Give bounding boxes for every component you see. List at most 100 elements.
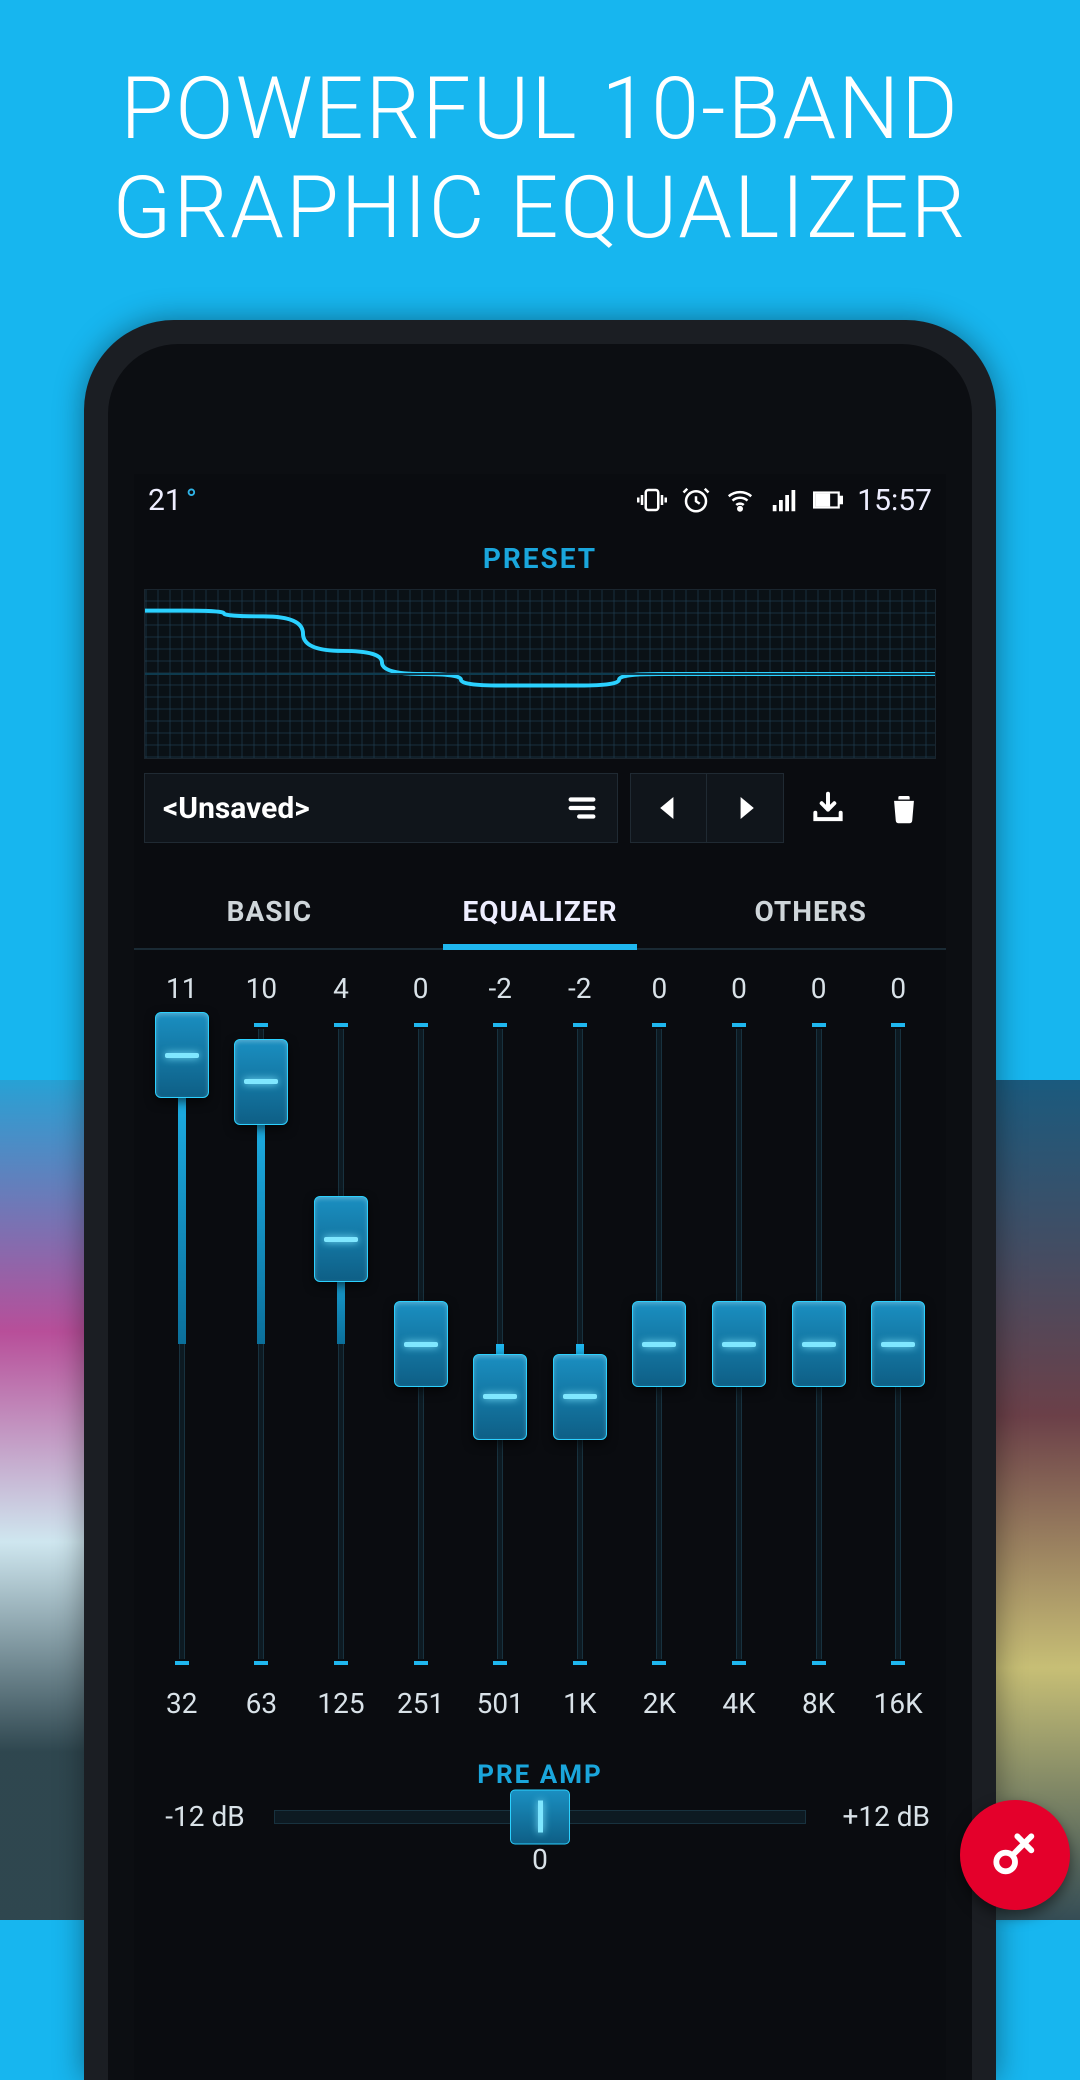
eq-band-value: 11: [142, 972, 222, 1005]
slider-tick-bot: [891, 1661, 905, 1665]
slider-tick-bot: [732, 1661, 746, 1665]
slider-tick-bot: [414, 1661, 428, 1665]
fab-button[interactable]: [960, 1800, 1070, 1910]
slider-tick-bot: [334, 1661, 348, 1665]
slider-thumb[interactable]: [473, 1354, 527, 1440]
eq-freq-row: 32631252515011K2K4K8K16K: [142, 1687, 938, 1720]
promo-line2: GRAPHIC EQUALIZER: [40, 159, 1040, 258]
preamp-section: PRE AMP -12 dB +12 dB 0: [134, 1760, 946, 1876]
slider-thumb[interactable]: [553, 1354, 607, 1440]
eq-band-value: 10: [222, 972, 302, 1005]
preamp-min-label: -12 dB: [150, 1800, 260, 1833]
battery-icon: [813, 485, 843, 515]
promo-line1: POWERFUL 10-BAND: [40, 60, 1040, 159]
vibrate-icon: [637, 485, 667, 515]
preset-next-button[interactable]: [707, 774, 783, 842]
eq-band-slider[interactable]: [142, 1019, 222, 1669]
slider-thumb[interactable]: [792, 1301, 846, 1387]
background-art-right: [996, 1080, 1080, 1920]
preset-nav-group: [630, 773, 784, 843]
eq-band-slider[interactable]: [858, 1019, 938, 1669]
tab-bar: BASIC EQUALIZER OTHERS: [134, 871, 946, 950]
slider-tick-top: [573, 1023, 587, 1027]
preamp-thumb[interactable]: [510, 1789, 570, 1844]
preamp-value: 0: [134, 1843, 946, 1876]
eq-band-slider[interactable]: [779, 1019, 859, 1669]
eq-band-freq: 501: [460, 1687, 540, 1720]
tab-equalizer[interactable]: EQUALIZER: [405, 871, 676, 948]
eq-band-slider[interactable]: [301, 1019, 381, 1669]
eq-band-freq: 2K: [620, 1687, 700, 1720]
eq-band-value: 0: [381, 972, 461, 1005]
eq-band-freq: 125: [301, 1687, 381, 1720]
status-bar: 21° 15:57: [134, 474, 946, 526]
slider-tick-top: [334, 1023, 348, 1027]
slider-tick-bot: [175, 1661, 189, 1665]
slider-thumb[interactable]: [314, 1196, 368, 1282]
slider-tick-bot: [493, 1661, 507, 1665]
slider-tick-top: [732, 1023, 746, 1027]
slider-tick-top: [254, 1023, 268, 1027]
eq-value-row: 111040-2-20000: [142, 972, 938, 1005]
slider-thumb[interactable]: [394, 1301, 448, 1387]
signal-icon: [769, 485, 799, 515]
eq-band-value: 0: [699, 972, 779, 1005]
slider-tick-top: [414, 1023, 428, 1027]
slider-tick-top: [652, 1023, 666, 1027]
wifi-icon: [725, 485, 755, 515]
alarm-icon: [681, 485, 711, 515]
slider-track: [338, 1029, 344, 1659]
slider-tick-bot: [254, 1661, 268, 1665]
slider-tick-top: [812, 1023, 826, 1027]
slider-thumb[interactable]: [234, 1039, 288, 1125]
eq-band-slider[interactable]: [699, 1019, 779, 1669]
preamp-label: PRE AMP: [134, 1760, 946, 1790]
screen: 21° 15:57 PRESET: [134, 474, 946, 2080]
key-icon: [987, 1827, 1043, 1883]
eq-band-slider[interactable]: [460, 1019, 540, 1669]
background-art-left: [0, 1080, 84, 1920]
eq-band-value: 4: [301, 972, 381, 1005]
eq-band-freq: 63: [222, 1687, 302, 1720]
eq-band-freq: 1K: [540, 1687, 620, 1720]
eq-curve-display: [144, 589, 936, 759]
slider-tick-bot: [812, 1661, 826, 1665]
preamp-slider[interactable]: [274, 1810, 806, 1824]
slider-thumb[interactable]: [871, 1301, 925, 1387]
status-temp: 21°: [148, 483, 197, 518]
slider-tick-bot: [573, 1661, 587, 1665]
eq-band-slider[interactable]: [620, 1019, 700, 1669]
eq-band-slider[interactable]: [222, 1019, 302, 1669]
slider-tick-top: [493, 1023, 507, 1027]
eq-band-slider[interactable]: [381, 1019, 461, 1669]
status-time: 15:57: [857, 483, 932, 518]
eq-band-freq: 16K: [858, 1687, 938, 1720]
eq-band-freq: 8K: [779, 1687, 859, 1720]
slider-thumb[interactable]: [632, 1301, 686, 1387]
phone-frame: 21° 15:57 PRESET: [84, 320, 996, 2080]
eq-band-slider[interactable]: [540, 1019, 620, 1669]
preset-save-button[interactable]: [796, 773, 860, 843]
slider-fill: [178, 1055, 186, 1344]
phone-bezel: 21° 15:57 PRESET: [108, 344, 972, 2080]
eq-band-value: -2: [540, 972, 620, 1005]
preset-name-button[interactable]: <Unsaved>: [144, 773, 618, 843]
equalizer-area: 111040-2-20000 32631252515011K2K4K8K16K: [134, 950, 946, 1726]
slider-tick-top: [891, 1023, 905, 1027]
tab-others[interactable]: OTHERS: [675, 871, 946, 948]
eq-band-freq: 32: [142, 1687, 222, 1720]
eq-band-freq: 251: [381, 1687, 461, 1720]
slider-thumb[interactable]: [155, 1012, 209, 1098]
eq-band-value: 0: [858, 972, 938, 1005]
preset-prev-button[interactable]: [631, 774, 707, 842]
preamp-max-label: +12 dB: [820, 1800, 930, 1833]
preset-name-text: <Unsaved>: [163, 791, 310, 826]
preset-delete-button[interactable]: [872, 773, 936, 843]
promo-title: POWERFUL 10-BAND GRAPHIC EQUALIZER: [0, 0, 1080, 298]
eq-band-freq: 4K: [699, 1687, 779, 1720]
tab-basic[interactable]: BASIC: [134, 871, 405, 948]
slider-tick-bot: [652, 1661, 666, 1665]
slider-thumb[interactable]: [712, 1301, 766, 1387]
eq-band-value: -2: [460, 972, 540, 1005]
status-temp-value: 21: [148, 483, 182, 518]
